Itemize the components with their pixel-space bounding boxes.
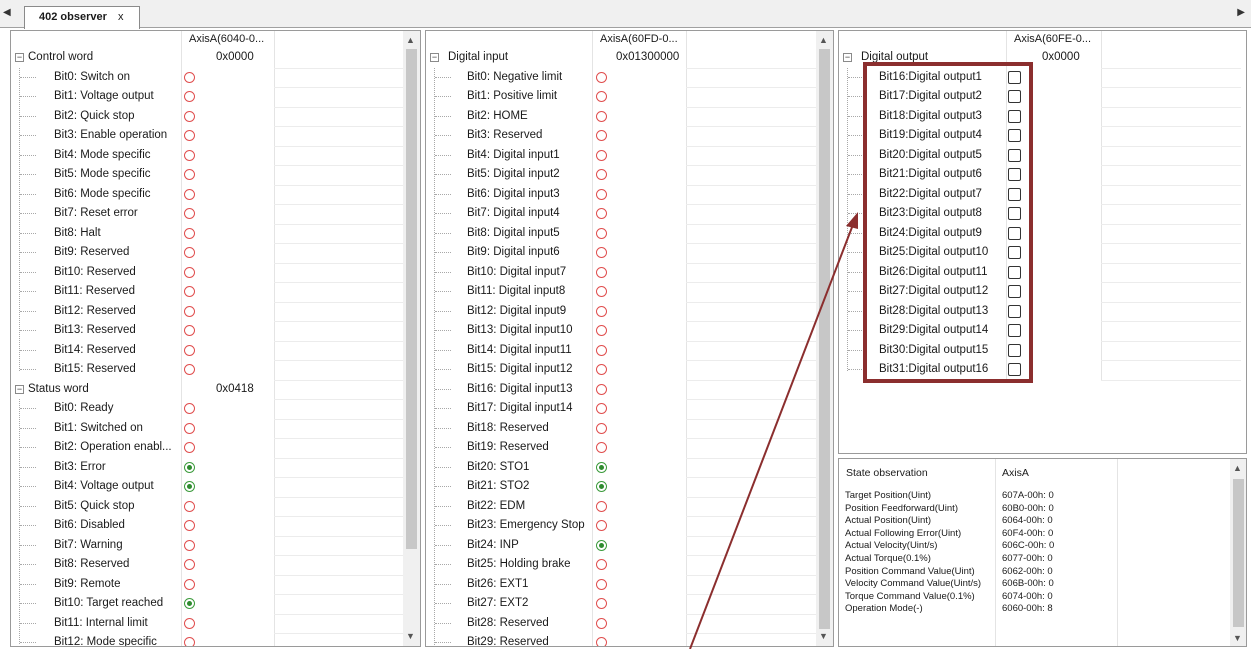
annotation-arrow (689, 212, 858, 649)
